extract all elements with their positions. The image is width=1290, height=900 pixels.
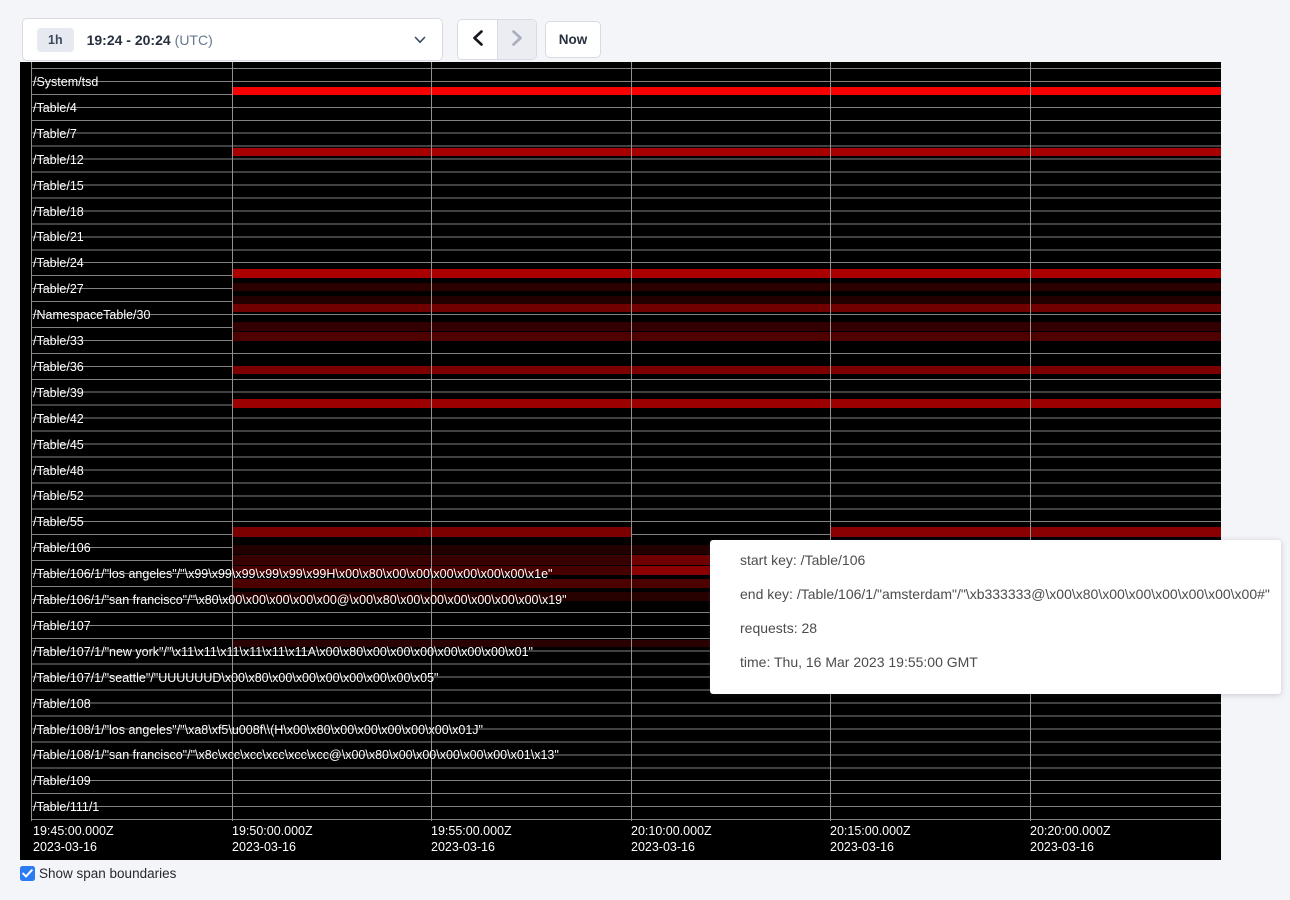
axis-time: 19:50:00.000Z [232,824,313,840]
heat-band [232,399,1221,408]
axis-time: 19:55:00.000Z [431,824,512,840]
heat-band [232,87,1221,95]
chevron-down-icon [414,36,426,44]
axis-date: 2023-03-16 [830,840,911,856]
heat-band [232,269,1221,278]
row-label: /System/tsd [33,76,98,89]
row-label: /Table/106 [33,542,91,555]
axis-time: 20:20:00.000Z [1030,824,1111,840]
row-label: /Table/111/1 [33,801,99,814]
tooltip-start-key: start key: /Table/106 [740,543,1273,577]
time-gridline [830,62,831,821]
row-label: /Table/48 [33,465,84,478]
heat-band [232,366,1221,374]
tooltip-time: time: Thu, 16 Mar 2023 19:55:00 GMT [740,645,1273,679]
prev-range-button[interactable] [458,20,497,59]
tooltip-end-key: end key: /Table/106/1/"amsterdam"/"\xb33… [740,577,1273,611]
axis-date: 2023-03-16 [431,840,512,856]
row-label: /Table/107 [33,620,91,633]
span-boundary-lines [31,68,1221,822]
row-label: /Table/52 [33,490,84,503]
row-label: /Table/18 [33,206,84,219]
row-label: /Table/108/1/"san francisco"/"\x8c\xcc\x… [33,749,559,762]
row-label: /Table/55 [33,516,84,529]
tooltip-requests: requests: 28 [740,611,1273,645]
row-label: /Table/39 [33,387,84,400]
heat-band [232,332,1221,341]
row-label: /Table/106/1/"san francisco"/"\x80\x00\x… [33,594,567,607]
axis-date: 2023-03-16 [33,840,114,856]
row-label: /Table/42 [33,413,84,426]
axis-time: 20:10:00.000Z [631,824,712,840]
row-label: /Table/106/1/"los angeles"/"\x99\x99\x99… [33,568,552,581]
time-axis-tick: 20:15:00.000Z2023-03-16 [830,824,911,855]
row-label: /Table/36 [33,361,84,374]
row-label: /Table/12 [33,154,84,167]
row-label: /Table/33 [33,335,84,348]
now-button[interactable]: Now [545,21,601,58]
heat-band [232,296,1221,304]
time-axis-tick: 19:55:00.000Z2023-03-16 [431,824,512,855]
row-label: /Table/108 [33,698,91,711]
row-label: /Table/108/1/"los angeles"/"\xa8\xf5\u00… [33,724,483,737]
range-timezone: (UTC) [175,32,213,48]
next-range-button[interactable] [497,20,536,59]
time-gridline [431,62,432,821]
time-gridline [631,62,632,821]
axis-date: 2023-03-16 [631,840,712,856]
checkmark-icon [22,865,33,883]
row-label: /Table/27 [33,283,84,296]
show-span-boundaries-label: Show span boundaries [39,866,176,881]
row-label: /Table/4 [33,102,77,115]
time-axis-tick: 19:45:00.000Z2023-03-16 [33,824,114,855]
heat-band [232,322,1221,331]
row-label: /Table/24 [33,257,84,270]
row-label: /Table/109 [33,775,91,788]
time-gridline [232,62,233,821]
row-label: /Table/21 [33,231,84,244]
toolbar: 1h 19:24 - 20:24 (UTC) Now [0,0,1290,62]
axis-date: 2023-03-16 [232,840,313,856]
show-span-boundaries-checkbox[interactable] [20,866,35,881]
time-gridline [31,62,32,821]
heat-band [232,283,1221,291]
axis-date: 2023-03-16 [1030,840,1111,856]
time-axis-tick: 19:50:00.000Z2023-03-16 [232,824,313,855]
heat-band [830,527,1221,537]
row-label: /Table/15 [33,180,84,193]
heat-band [232,148,1221,156]
chevron-left-icon [472,30,483,49]
time-axis-tick: 20:10:00.000Z2023-03-16 [631,824,712,855]
row-label: /Table/107/1/"seattle"/"UUUUUUD\x00\x80\… [33,672,438,685]
chevron-right-icon [512,30,523,49]
range-duration-badge: 1h [37,28,74,52]
row-label: /NamespaceTable/30 [33,309,150,322]
range-nav-group [457,19,537,60]
range-text: 19:24 - 20:24 [87,32,171,48]
row-label: /Table/45 [33,439,84,452]
time-gridline [1030,62,1031,821]
key-visualizer-canvas[interactable]: /System/tsd/Table/4/Table/7/Table/12/Tab… [20,62,1221,860]
row-label: /Table/7 [33,128,77,141]
span-tooltip: start key: /Table/106 end key: /Table/10… [710,540,1281,694]
show-span-boundaries-control[interactable]: Show span boundaries [20,866,176,881]
time-axis-tick: 20:20:00.000Z2023-03-16 [1030,824,1111,855]
axis-time: 19:45:00.000Z [33,824,114,840]
heat-band [232,304,1221,312]
time-range-dropdown[interactable]: 1h 19:24 - 20:24 (UTC) [22,18,443,61]
row-label: /Table/107/1/"new york"/"\x11\x11\x11\x1… [33,646,533,659]
axis-time: 20:15:00.000Z [830,824,911,840]
